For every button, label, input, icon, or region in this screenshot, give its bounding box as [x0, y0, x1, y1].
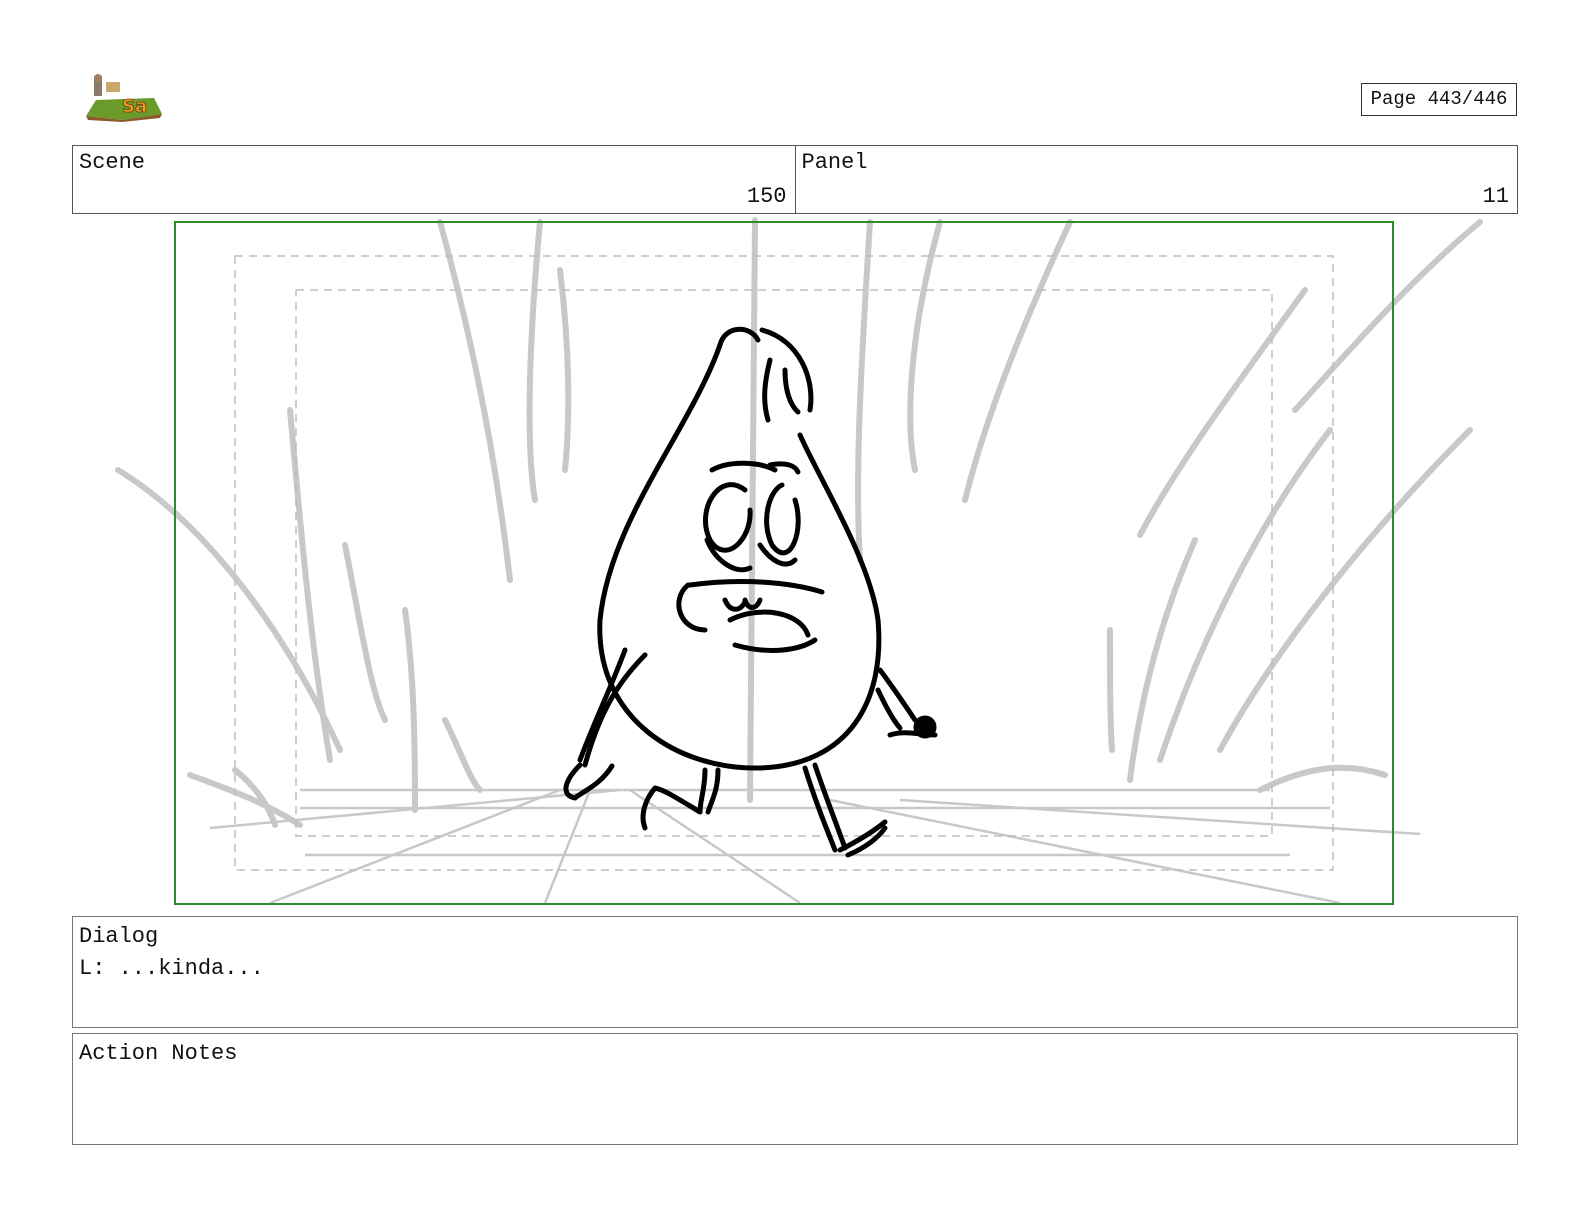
scene-panel-header: Scene 150 Panel 11: [72, 145, 1518, 214]
panel-number: 11: [1482, 184, 1509, 209]
title-safe-guide: [295, 289, 1273, 837]
dialog-label: Dialog: [79, 924, 159, 949]
show-logo: Sa: [86, 74, 162, 122]
dialog-text: L: ...kinda...: [79, 956, 264, 981]
action-notes-label: Action Notes: [79, 1041, 238, 1066]
scene-number: 150: [746, 184, 787, 209]
character-sketch: [563, 326, 938, 858]
action-notes-box: Action Notes: [72, 1033, 1518, 1145]
panel-cell: Panel 11: [794, 146, 1518, 213]
dialog-box: Dialog L: ...kinda...: [72, 916, 1518, 1028]
background-sketch: [115, 217, 1483, 828]
panel-label: Panel: [801, 150, 868, 175]
svg-text:Sa: Sa: [122, 96, 147, 117]
action-safe-guide: [234, 255, 1334, 871]
camera-frame: [174, 221, 1394, 905]
scene-label: Scene: [79, 150, 146, 175]
page-indicator: Page 443/446: [1361, 83, 1517, 116]
floor-guides: [209, 788, 1421, 905]
scene-cell: Scene 150: [73, 146, 795, 213]
